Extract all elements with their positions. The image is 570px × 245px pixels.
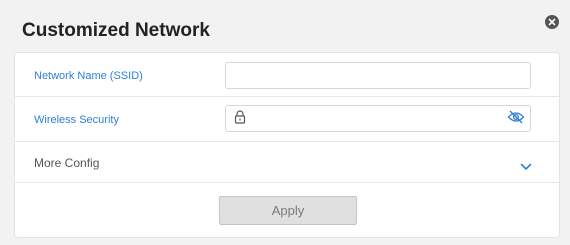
chevron-down-icon[interactable]: [520, 158, 532, 176]
more-config-row[interactable]: More Config: [15, 142, 559, 183]
settings-panel: Network Name (SSID) Wireless Security Mo…: [14, 52, 560, 238]
ssid-label: Network Name (SSID): [34, 70, 143, 82]
apply-button[interactable]: Apply: [219, 196, 357, 225]
security-row: Wireless Security: [15, 97, 559, 142]
ssid-input[interactable]: [225, 62, 531, 89]
password-input[interactable]: [225, 105, 531, 132]
eye-slash-icon[interactable]: [507, 110, 525, 129]
security-label: Wireless Security: [34, 114, 119, 126]
lock-icon: [234, 110, 246, 129]
dialog-title: Customized Network: [22, 20, 210, 41]
close-icon[interactable]: [545, 15, 559, 29]
ssid-row: Network Name (SSID): [15, 53, 559, 97]
more-config-label: More Config: [34, 156, 100, 170]
customized-network-dialog: Customized Network Network Name (SSID) W…: [0, 0, 570, 245]
